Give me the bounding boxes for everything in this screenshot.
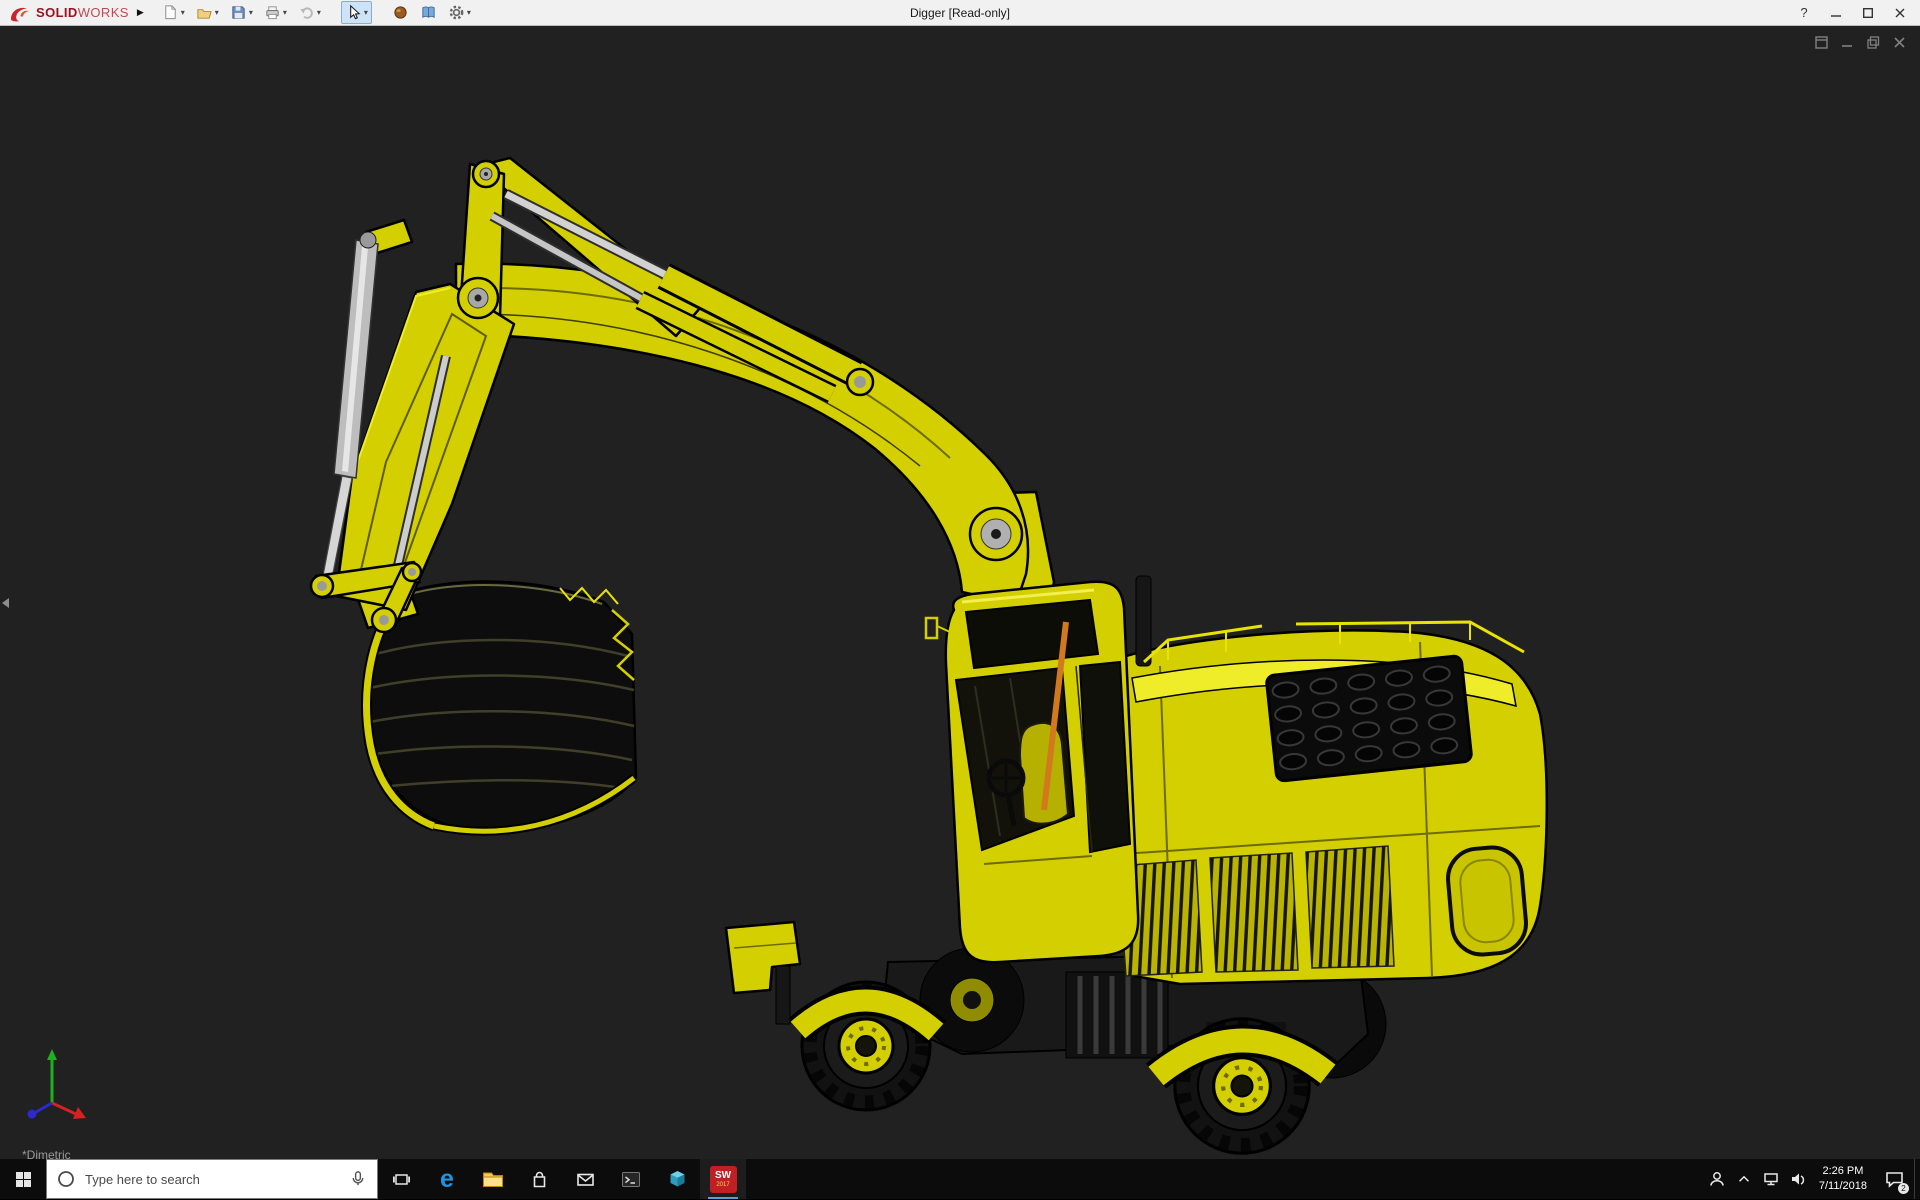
maximize-icon [1863,7,1873,18]
folder-icon [483,1172,503,1187]
network-icon [1764,1173,1779,1186]
new-document-button[interactable]: ▾ [158,1,189,24]
boom-arm[interactable] [309,156,1056,648]
titlebar: SOLIDWORKS ▶ ▾ ▾ ▾ ▾ ▾ ▾ ▾ Digger [Read-… [0,0,1920,26]
save-button[interactable]: ▾ [226,1,257,24]
person-icon [1710,1172,1725,1186]
minimize-icon [1831,14,1841,17]
undo-button[interactable]: ▾ [294,1,325,24]
app-file-explorer[interactable] [470,1159,516,1199]
doc-restore-icon[interactable] [1867,36,1880,49]
minimize-button[interactable] [1820,0,1852,25]
standard-toolbar: ▾ ▾ ▾ ▾ ▾ ▾ ▾ [158,1,475,24]
gear-icon [449,5,464,20]
side-grilles [1117,845,1395,977]
side-window [1078,660,1132,854]
excavator-model[interactable] [309,156,1548,1153]
doc-close-icon[interactable] [1893,36,1906,49]
app-3d-builder[interactable] [654,1159,700,1199]
close-icon [1895,8,1905,17]
maximize-button[interactable] [1852,0,1884,25]
clock-date: 7/11/2018 [1818,1180,1867,1192]
app-store[interactable] [516,1159,562,1199]
show-desktop-button[interactable] [1914,1159,1920,1199]
wheel-far-front[interactable] [919,947,1025,1053]
cab[interactable] [924,580,1140,964]
clock-time: 2:26 PM [1822,1165,1864,1178]
app-console[interactable] [608,1159,654,1199]
model-canvas[interactable] [0,26,1920,1159]
action-center-button[interactable]: 2 [1874,1159,1914,1199]
cube-icon [670,1171,684,1187]
cortana-icon [58,1171,74,1187]
appearance-button[interactable] [388,1,413,24]
new-document-icon [165,5,176,20]
help-button[interactable]: ? [1788,0,1820,25]
microphone-icon[interactable] [349,1170,367,1188]
volume-tray-button[interactable] [1785,1159,1812,1199]
chevron-up-icon [1739,1175,1750,1182]
window-controls: ? [1788,0,1916,25]
console-icon [622,1171,640,1187]
print-icon [266,6,279,20]
store-bag-icon [533,1171,545,1187]
select-tool-button[interactable]: ▾ [340,1,372,24]
print-button[interactable]: ▾ [260,1,291,24]
windows-taskbar: e SW 2017 [0,1159,1920,1199]
doc-minimize-icon[interactable] [1841,36,1854,49]
speaker-icon [1792,1173,1805,1185]
doc-pane-icon[interactable] [1815,36,1828,49]
task-view-button[interactable] [378,1159,424,1199]
document-window-controls [1815,36,1906,49]
z-axis-dot [27,1109,37,1119]
menu-expander-arrow[interactable]: ▶ [135,7,152,18]
system-tray: 2:26 PM 7/11/2018 2 [1704,1159,1920,1199]
undo-arrow-icon [300,7,313,19]
hidden-icons-button[interactable] [1731,1159,1758,1199]
mail-envelope-icon [576,1173,594,1186]
start-button[interactable] [0,1159,46,1199]
app-edge[interactable]: e [424,1159,470,1199]
notification-badge: 2 [1898,1183,1909,1194]
graphics-viewport[interactable]: *Dimetric [0,26,1920,1159]
save-floppy-icon [232,6,245,19]
engine-body[interactable] [1116,575,1548,986]
dassault-systemes-logo-icon [11,7,29,21]
featuremanager-collapse-arrow[interactable] [2,598,9,608]
solidworks-taskbar-icon: SW 2017 [709,1165,737,1193]
people-tray-button[interactable] [1704,1159,1731,1199]
close-button[interactable] [1884,0,1916,25]
mirror [924,616,939,640]
appearance-icon [394,6,407,19]
taskbar-search[interactable] [46,1159,378,1199]
exhaust-pipe [1135,575,1152,667]
options-button[interactable]: ▾ [444,1,475,24]
front-step[interactable] [724,920,802,1025]
book-icon [422,6,435,19]
select-cursor-icon [349,4,361,20]
task-view-icon [392,1173,410,1185]
search-input[interactable] [83,1170,341,1188]
document-title: Digger [Read-only] [909,5,1011,20]
help-book-button[interactable] [416,1,441,24]
windows-logo-icon [15,1171,31,1187]
engine-grille [1265,654,1473,783]
app-mail[interactable] [562,1159,608,1199]
taskbar-clock[interactable]: 2:26 PM 7/11/2018 [1812,1159,1874,1199]
network-tray-button[interactable] [1758,1159,1785,1199]
open-folder-icon [197,9,212,19]
open-document-button[interactable]: ▾ [192,1,223,24]
app-solidworks-2017[interactable]: SW 2017 [700,1159,746,1199]
edge-icon: e [440,1164,454,1193]
view-orientation-label: *Dimetric [22,1148,71,1159]
brand-text: SOLIDWORKS [36,5,129,20]
reference-triad [27,1049,86,1119]
y-axis-arrow [47,1049,57,1060]
solidworks-logo: SOLIDWORKS [4,4,135,22]
rear-vent [1446,845,1528,957]
